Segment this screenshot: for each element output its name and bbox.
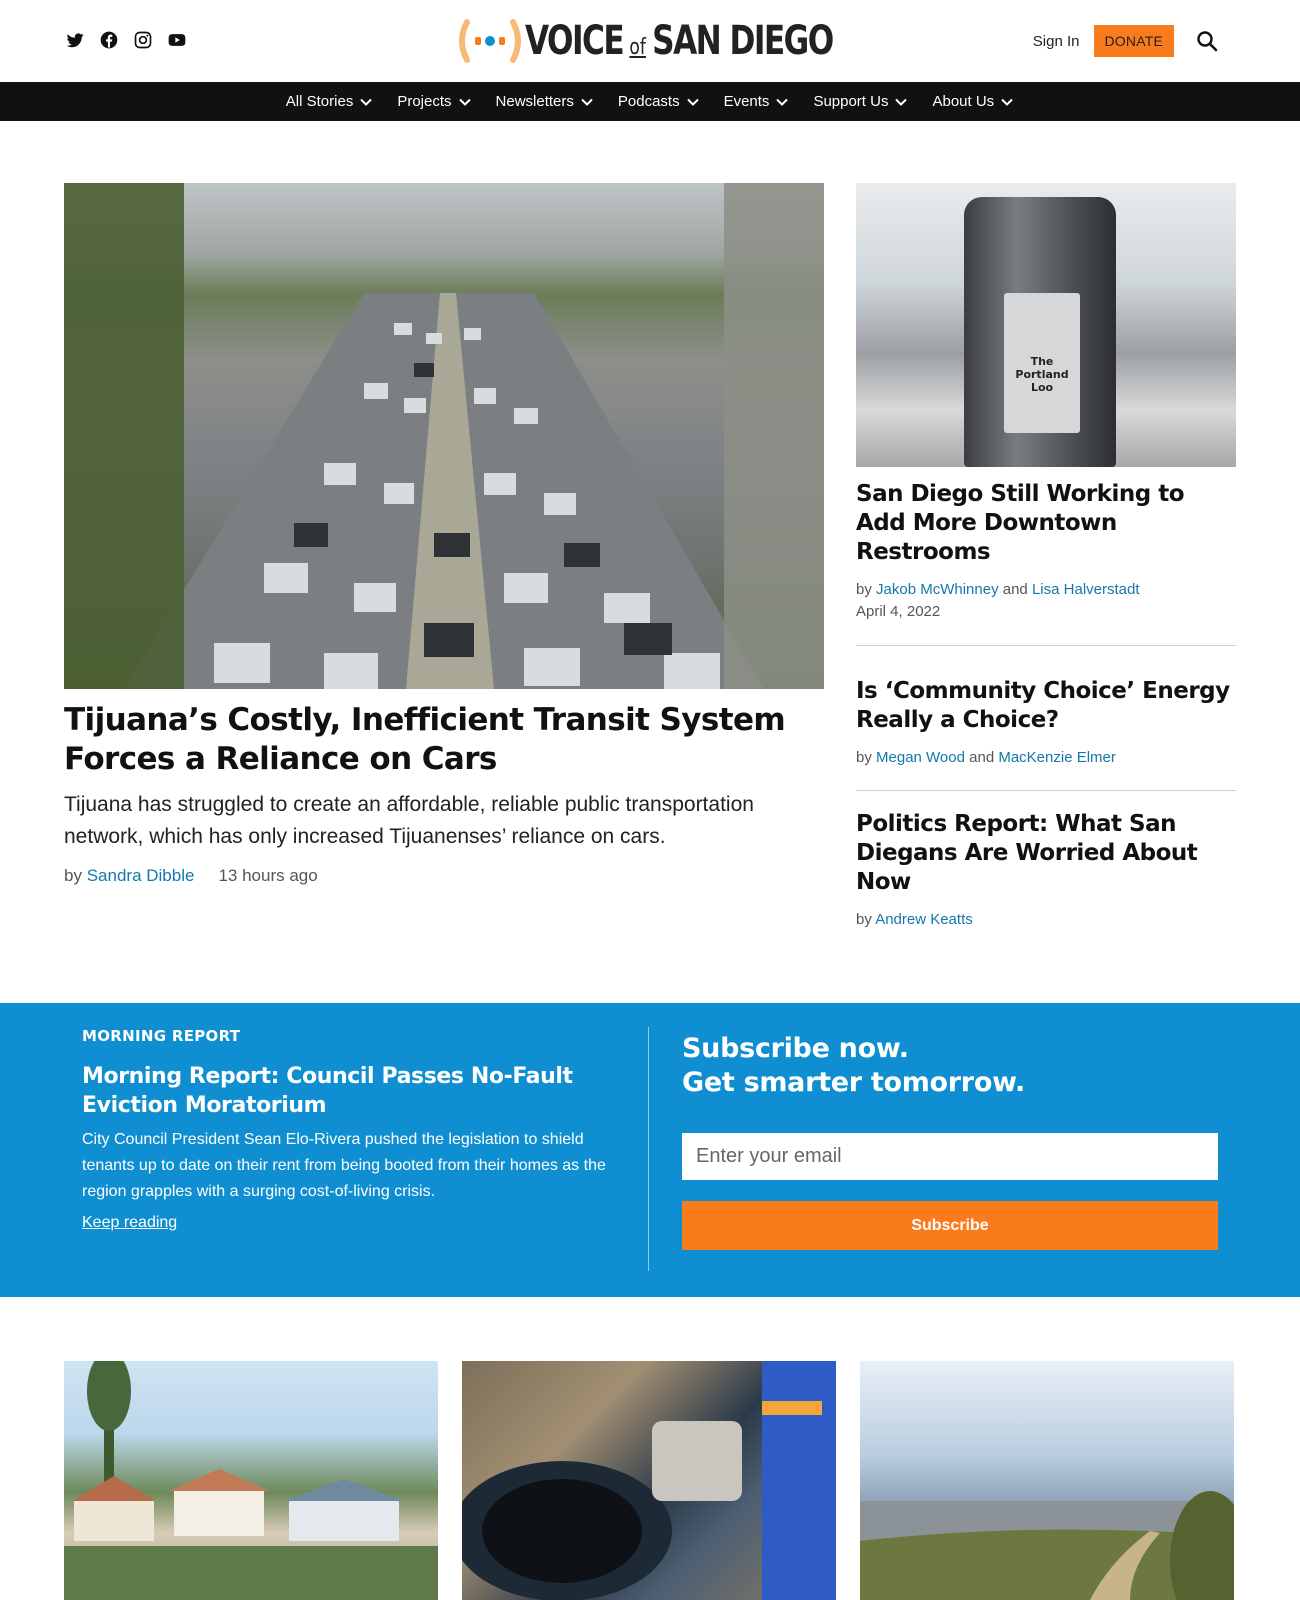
restroom-story-image[interactable]: The Portland Loo	[856, 183, 1236, 467]
byline-by: by	[64, 866, 82, 885]
subscribe-heading-line: Subscribe now.	[682, 1033, 909, 1064]
side-story-politics-report: Politics Report: What San Diegans Are Wo…	[856, 810, 1236, 931]
author-link[interactable]: Andrew Keatts	[875, 911, 973, 928]
nav-events[interactable]: Events	[724, 93, 790, 110]
side-story-byline: by Andrew Keatts	[856, 909, 1236, 931]
logo-word-san-diego: SAN DIEGO	[652, 18, 834, 64]
youtube-icon[interactable]	[166, 29, 188, 51]
loo-sign-text: The Portland Loo	[1015, 355, 1069, 394]
side-story-restrooms: San Diego Still Working to Add More Down…	[856, 480, 1236, 623]
instagram-icon[interactable]	[132, 29, 154, 51]
nav-about-us[interactable]: About Us	[932, 93, 1014, 110]
side-story-headline-link[interactable]: Is ‘Community Choice’ Energy Really a Ch…	[856, 677, 1236, 735]
morning-report-summary: City Council President Sean Elo-Rivera p…	[82, 1131, 606, 1200]
donate-button[interactable]: DONATE	[1093, 25, 1174, 57]
side-story-date: April 4, 2022	[856, 603, 941, 620]
author-link[interactable]: Lisa Halverstadt	[1032, 581, 1140, 598]
portland-loo-photo: The Portland Loo	[964, 197, 1116, 467]
divider	[856, 645, 1236, 646]
divider	[856, 790, 1236, 791]
chevron-down-icon	[458, 98, 471, 106]
side-story-community-choice: Is ‘Community Choice’ Energy Really a Ch…	[856, 677, 1236, 769]
chevron-down-icon	[686, 98, 699, 106]
byline: by Sandra Dibble	[64, 866, 194, 886]
email-field[interactable]	[682, 1133, 1218, 1180]
nav-projects[interactable]: Projects	[397, 93, 471, 110]
subscribe-heading-line: Get smarter tomorrow.	[682, 1067, 1025, 1098]
logo-wordmark: VOICE of SAN DIEGO	[525, 18, 834, 64]
nav-support-us[interactable]: Support Us	[813, 93, 908, 110]
author-link[interactable]: Jakob McWhinney	[876, 581, 999, 598]
nav-label: Events	[723, 93, 770, 110]
timestamp: 13 hours ago	[218, 866, 318, 885]
logo-word-voice: VOICE	[525, 18, 625, 64]
byline-and: and	[969, 749, 995, 766]
logo-mark-icon	[459, 19, 521, 63]
morning-report-headline-link[interactable]: Morning Report: Council Passes No-Fault …	[82, 1062, 622, 1120]
nav-newsletters[interactable]: Newsletters	[496, 93, 594, 110]
nav-label: All Stories	[285, 93, 354, 110]
traffic-photo	[64, 183, 824, 689]
logo-word-of: of	[629, 35, 646, 60]
story-card-image[interactable]	[462, 1361, 836, 1600]
subscribe-heading: Subscribe now. Get smarter tomorrow.	[682, 1032, 1025, 1100]
byline-and: and	[1002, 581, 1028, 598]
hero-byline: by Sandra Dibble 13 hours ago	[64, 866, 318, 886]
chevron-down-icon	[776, 98, 789, 106]
chevron-down-icon	[360, 98, 373, 106]
side-story-headline-link[interactable]: Politics Report: What San Diegans Are Wo…	[856, 810, 1236, 897]
loo-sign-panel: The Portland Loo	[1004, 293, 1080, 433]
facebook-icon[interactable]	[98, 29, 120, 51]
section-kicker: MORNING REPORT	[82, 1027, 241, 1045]
hero-story-image[interactable]	[64, 183, 824, 689]
pipe-work-photo	[462, 1361, 836, 1600]
nav-label: Newsletters	[495, 93, 574, 110]
nav-label: Podcasts	[617, 93, 680, 110]
site-logo[interactable]: VOICE of SAN DIEGO	[455, 16, 919, 66]
band-divider	[648, 1027, 649, 1271]
side-story-byline: by Megan Wood and MacKenzie Elmer	[856, 747, 1236, 769]
keep-reading-link[interactable]: Keep reading	[82, 1214, 177, 1232]
side-story-headline-link[interactable]: San Diego Still Working to Add More Down…	[856, 480, 1236, 567]
search-icon[interactable]	[1194, 28, 1220, 54]
twitter-icon[interactable]	[64, 29, 86, 51]
social-links	[64, 29, 188, 51]
story-card-image[interactable]	[64, 1361, 438, 1600]
byline-by: by	[856, 581, 872, 598]
hillside-houses-photo	[64, 1361, 438, 1600]
hero-summary: Tijuana has struggled to create an affor…	[64, 793, 754, 848]
byline-by: by	[856, 911, 872, 928]
byline-by: by	[856, 749, 872, 766]
chevron-down-icon	[1001, 98, 1013, 106]
author-link[interactable]: Megan Wood	[876, 749, 965, 766]
subscribe-button[interactable]: Subscribe	[682, 1201, 1218, 1250]
chevron-down-icon	[895, 98, 908, 106]
nav-label: Support Us	[813, 93, 889, 110]
side-story-byline: by Jakob McWhinney and Lisa Halverstadt	[856, 579, 1236, 601]
header-actions: Sign In DONATE	[1033, 25, 1220, 57]
canyon-trail-photo	[860, 1491, 1234, 1600]
chevron-down-icon	[581, 98, 593, 106]
main-nav: All Stories Projects Newsletters Podcast…	[0, 82, 1300, 121]
nav-label: About Us	[932, 93, 995, 110]
nav-label: Projects	[397, 93, 452, 110]
sign-in-link[interactable]: Sign In	[1033, 33, 1080, 50]
hero-headline-link[interactable]: Tijuana’s Costly, Inefficient Transit Sy…	[64, 701, 814, 779]
story-card-image[interactable]	[860, 1361, 1234, 1600]
author-link[interactable]: MacKenzie Elmer	[998, 749, 1116, 766]
author-link[interactable]: Sandra Dibble	[87, 866, 195, 885]
nav-podcasts[interactable]: Podcasts	[618, 93, 700, 110]
site-header: VOICE of SAN DIEGO Sign In DONATE	[0, 0, 1300, 82]
nav-all-stories[interactable]: All Stories	[286, 93, 374, 110]
